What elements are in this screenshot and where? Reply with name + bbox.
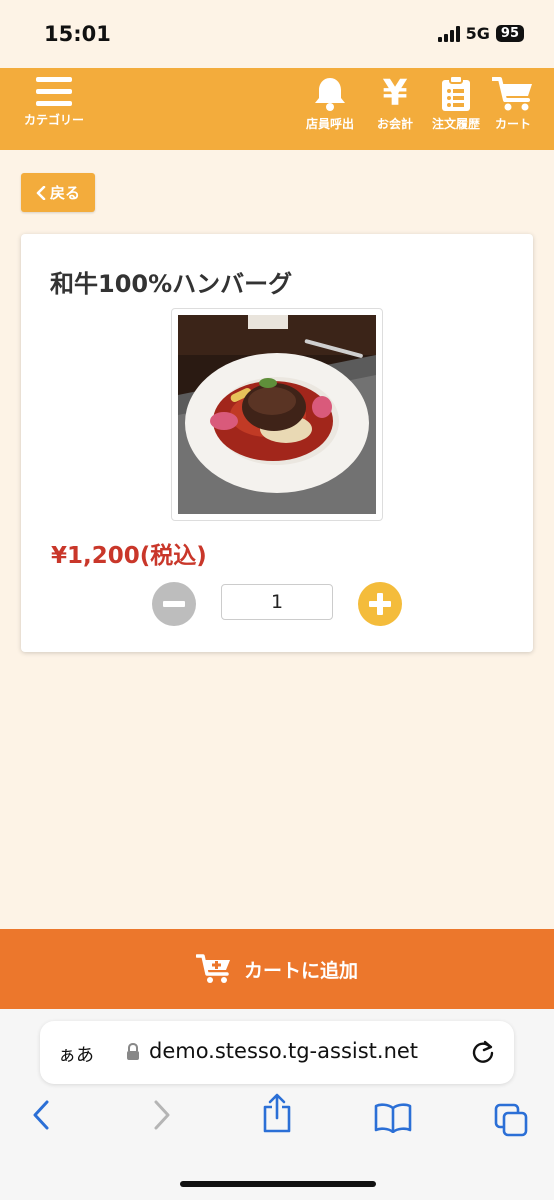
call-staff-label: 店員呼出: [306, 117, 355, 131]
minus-icon: [163, 601, 185, 607]
quantity-stepper: [152, 582, 402, 626]
lock-icon: [127, 1043, 139, 1060]
product-image-frame: [171, 308, 383, 521]
chevron-left-icon: [36, 185, 46, 200]
hamburger-menu-icon: [36, 77, 72, 106]
order-history-label: 注文履歴: [432, 117, 481, 131]
status-time: 15:01: [44, 22, 111, 46]
product-card: 和牛100%ハンバーグ ¥1,200(税込) 1: [21, 234, 533, 652]
product-photo: [178, 315, 376, 514]
category-menu-button[interactable]: カテゴリー: [24, 76, 84, 128]
cart-button[interactable]: カート: [492, 76, 534, 132]
share-icon[interactable]: [261, 1093, 293, 1133]
bill-button[interactable]: ¥ お会計: [377, 76, 413, 132]
home-indicator: [180, 1181, 376, 1187]
browser-toolbar: ぁあ demo.stesso.tg-assist.net: [0, 1009, 554, 1200]
reload-icon[interactable]: [470, 1038, 496, 1066]
bookmarks-icon[interactable]: [374, 1103, 412, 1133]
yen-icon: ¥: [382, 73, 408, 114]
add-to-cart-label: カートに追加: [243, 959, 358, 982]
back-button-label: 戻る: [49, 184, 80, 202]
forward-arrow-icon[interactable]: [151, 1099, 173, 1131]
cart-plus-icon: [195, 954, 230, 983]
bell-icon: [315, 78, 345, 111]
product-name: 和牛100%ハンバーグ: [50, 270, 293, 298]
cart-label: カート: [494, 117, 531, 131]
address-bar[interactable]: ぁあ demo.stesso.tg-assist.net: [40, 1021, 514, 1084]
cellular-signal-icon: [437, 25, 460, 42]
battery-indicator: 95: [495, 25, 524, 42]
plus-icon: [369, 593, 391, 615]
decrease-quantity-button[interactable]: [152, 582, 196, 626]
status-indicators: 5G 95: [437, 24, 524, 43]
app-header: カテゴリー 店員呼出 ¥ お会計 注文履歴 カート: [0, 68, 554, 150]
clipboard-list-icon: [442, 76, 470, 111]
category-label: カテゴリー: [24, 113, 85, 127]
bill-label: お会計: [377, 117, 414, 131]
network-type: 5G: [465, 24, 490, 43]
back-arrow-icon[interactable]: [30, 1099, 52, 1131]
order-history-button[interactable]: 注文履歴: [432, 76, 480, 132]
back-button[interactable]: 戻る: [21, 173, 95, 212]
tabs-icon[interactable]: [494, 1103, 528, 1137]
cart-icon: [492, 77, 532, 111]
page-settings-button[interactable]: ぁあ: [58, 1041, 94, 1067]
quantity-input[interactable]: [221, 584, 333, 620]
status-bar: 15:01 5G 95: [0, 0, 554, 68]
url-text: demo.stesso.tg-assist.net: [149, 1039, 419, 1063]
add-to-cart-button[interactable]: カートに追加: [0, 929, 554, 1009]
product-price: ¥1,200(税込): [51, 543, 207, 569]
increase-quantity-button[interactable]: [358, 582, 402, 626]
call-staff-button[interactable]: 店員呼出: [306, 76, 354, 132]
